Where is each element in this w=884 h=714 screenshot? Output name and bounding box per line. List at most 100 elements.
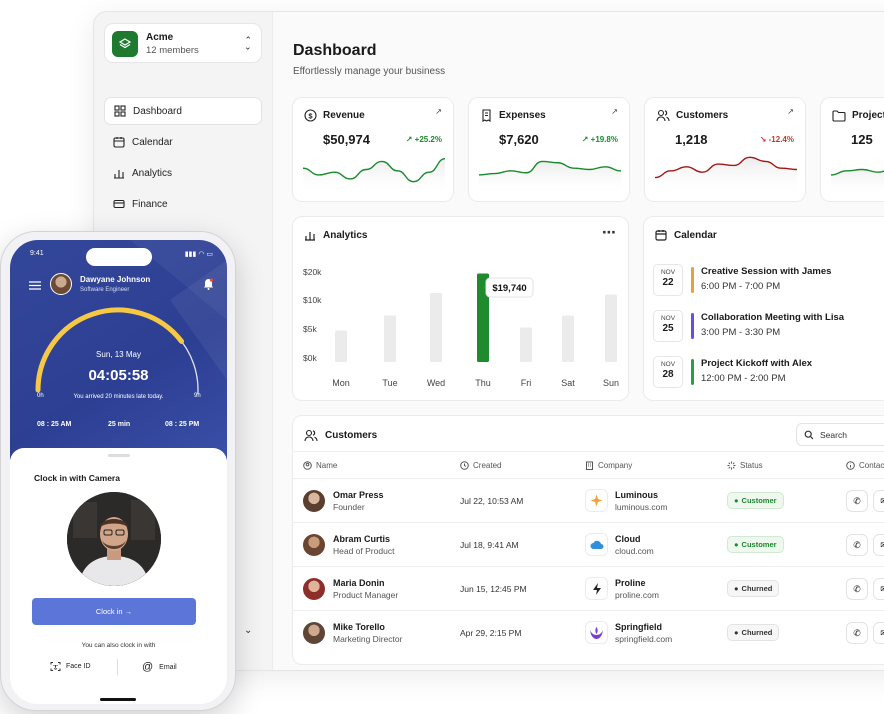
- phone-header: 9:41 ▮▮▮ ◠ ▭ Dawyane Johnson Software En…: [10, 240, 227, 460]
- company-url: cloud.com: [615, 546, 654, 556]
- sidebar-item-finance[interactable]: Finance: [104, 190, 262, 218]
- event-color-bar: [691, 267, 694, 293]
- sparkline: [303, 158, 445, 195]
- org-switcher[interactable]: Acme 12 members ⌃ ⌃: [104, 23, 262, 63]
- face-id-option[interactable]: Face ID: [50, 661, 91, 672]
- clock-in-button[interactable]: Clock in →: [32, 598, 196, 625]
- sparkline: [479, 160, 621, 195]
- mail-button[interactable]: ✉: [873, 534, 884, 556]
- customer-name: Omar Press: [333, 490, 384, 500]
- status-badge: ● Churned: [727, 580, 780, 597]
- event-day: 28: [662, 369, 674, 380]
- phone-button[interactable]: ✆: [846, 490, 868, 512]
- bar[interactable]: [430, 293, 442, 362]
- event-time: 6:00 PM - 7:00 PM: [701, 281, 781, 292]
- sidebar-item-dashboard[interactable]: Dashboard: [104, 97, 262, 125]
- sidebar-item-calendar[interactable]: Calendar: [104, 128, 262, 156]
- elapsed-time: 04:05:58: [88, 367, 149, 384]
- status-label: Churned: [741, 628, 773, 637]
- email-label: Email: [159, 663, 177, 671]
- bar[interactable]: [384, 315, 396, 363]
- search-input[interactable]: Search: [796, 423, 884, 446]
- kpi-delta: ↗ +25.2%: [406, 135, 442, 144]
- gauge-end-label: 9h: [194, 393, 201, 399]
- cloud-logo-icon: [585, 533, 608, 556]
- analytics-bar-chart: $20k $10k $5k $0k Mon Tue Wed Thu Fri Sat Sun $19,7…: [303, 267, 619, 388]
- event-title: Creative Session with James: [701, 266, 832, 277]
- page-subtitle: Effortlessly manage your business: [293, 66, 446, 77]
- x-tick-label: Fri: [521, 378, 532, 388]
- kpi-value: $50,974: [323, 132, 370, 147]
- stage: Acme 12 members ⌃ ⌃ Dashboard Calendar An…: [0, 0, 884, 714]
- mail-button[interactable]: ✉: [873, 622, 884, 644]
- column-header-company[interactable]: Company: [585, 461, 632, 470]
- customers-title: Customers: [304, 429, 377, 442]
- calendar-event[interactable]: NOV 28 Project Kickoff with Alex 12:00 P…: [653, 356, 883, 390]
- x-tick-label: Thu: [475, 378, 491, 388]
- sheet-grabber[interactable]: [108, 454, 130, 457]
- calendar-icon: [655, 230, 667, 241]
- table-row[interactable]: Abram Curtis Head of Product Jul 18, 9:4…: [293, 522, 884, 566]
- sparkline: [831, 168, 884, 195]
- proline-logo-icon: [585, 577, 608, 600]
- springfield-logo-icon: [585, 621, 608, 644]
- kpi-card-expenses[interactable]: Expenses ↗ $7,620 ↗ +19.8%: [468, 97, 630, 202]
- kpi-card-customers[interactable]: Customers ↗ 1,218 ↘ -12.4%: [644, 97, 806, 202]
- table-row[interactable]: Mike Torello Marketing Director Apr 29, …: [293, 610, 884, 654]
- email-option[interactable]: @ Email: [142, 661, 177, 673]
- column-label: Created: [473, 461, 502, 470]
- table-row[interactable]: Maria Donin Product Manager Jun 15, 12:4…: [293, 566, 884, 610]
- bar[interactable]: [520, 327, 532, 363]
- arrow-up-right-icon[interactable]: ↗: [787, 107, 794, 116]
- arrow-up-right-icon[interactable]: ↗: [611, 107, 618, 116]
- event-color-bar: [691, 313, 694, 339]
- users-icon: [304, 429, 318, 442]
- x-tick-label: Mon: [332, 378, 350, 388]
- calendar-event[interactable]: NOV 22 Creative Session with James 6:00 …: [653, 264, 883, 298]
- chevron-down-icon[interactable]: ⌄: [244, 625, 252, 636]
- phone-button[interactable]: ✆: [846, 622, 868, 644]
- folder-icon: [832, 110, 846, 122]
- kpi-delta-value: -12.4%: [768, 135, 794, 144]
- column-header-contact[interactable]: Contact: [846, 461, 884, 470]
- bar[interactable]: [335, 330, 347, 363]
- avatar: [303, 534, 325, 556]
- calendar-event[interactable]: NOV 25 Collaboration Meeting with Lisa 3…: [653, 310, 883, 344]
- sidebar-item-label: Dashboard: [133, 105, 182, 117]
- kpi-value: 1,218: [675, 132, 708, 147]
- column-header-created[interactable]: Created: [460, 461, 501, 470]
- arrow-up-right-icon[interactable]: ↗: [435, 107, 442, 116]
- column-label: Company: [598, 461, 633, 470]
- customer-created: Jun 15, 12:45 PM: [460, 584, 527, 594]
- trend-up-icon: ↗: [405, 135, 413, 144]
- kpi-card-projects[interactable]: Projects 125: [820, 97, 884, 202]
- bar[interactable]: [605, 294, 617, 363]
- gauge-start-label: 0h: [37, 393, 44, 399]
- alt-methods-text: You can also clock in with: [81, 642, 156, 649]
- bar[interactable]: [562, 315, 574, 363]
- face-id-icon: [50, 662, 61, 671]
- company-url: proline.com: [615, 590, 659, 600]
- status-badge: ● Churned: [727, 624, 780, 641]
- customer-name: Maria Donin: [333, 578, 385, 588]
- table-row[interactable]: Omar Press Founder Jul 22, 10:53 AM Lumi…: [293, 478, 884, 522]
- clock-out-time: 08 : 25 PM: [165, 421, 200, 428]
- mail-button[interactable]: ✉: [873, 578, 884, 600]
- kpi-label: Revenue: [323, 110, 365, 121]
- sidebar-item-analytics[interactable]: Analytics: [104, 159, 262, 187]
- y-tick-label: $10k: [303, 295, 322, 305]
- kpi-title: Projects: [832, 109, 884, 122]
- customers-card: Customers Search Name Created Company St…: [292, 415, 884, 665]
- kpi-title: Customers: [656, 109, 728, 122]
- column-header-status[interactable]: Status: [727, 461, 763, 470]
- column-header-name[interactable]: Name: [303, 461, 337, 470]
- org-name: Acme: [146, 32, 174, 43]
- calendar-title-text: Calendar: [674, 229, 717, 241]
- phone-button[interactable]: ✆: [846, 534, 868, 556]
- kpi-card-revenue[interactable]: $ Revenue ↗ $50,974 ↗ +25.2%: [292, 97, 454, 202]
- phone-screen: 9:41 ▮▮▮ ◠ ▭ Dawyane Johnson Software En…: [10, 240, 227, 704]
- event-title: Project Kickoff with Alex: [701, 358, 813, 369]
- mail-button[interactable]: ✉: [873, 490, 884, 512]
- phone-button[interactable]: ✆: [846, 578, 868, 600]
- sparkline: [655, 156, 797, 195]
